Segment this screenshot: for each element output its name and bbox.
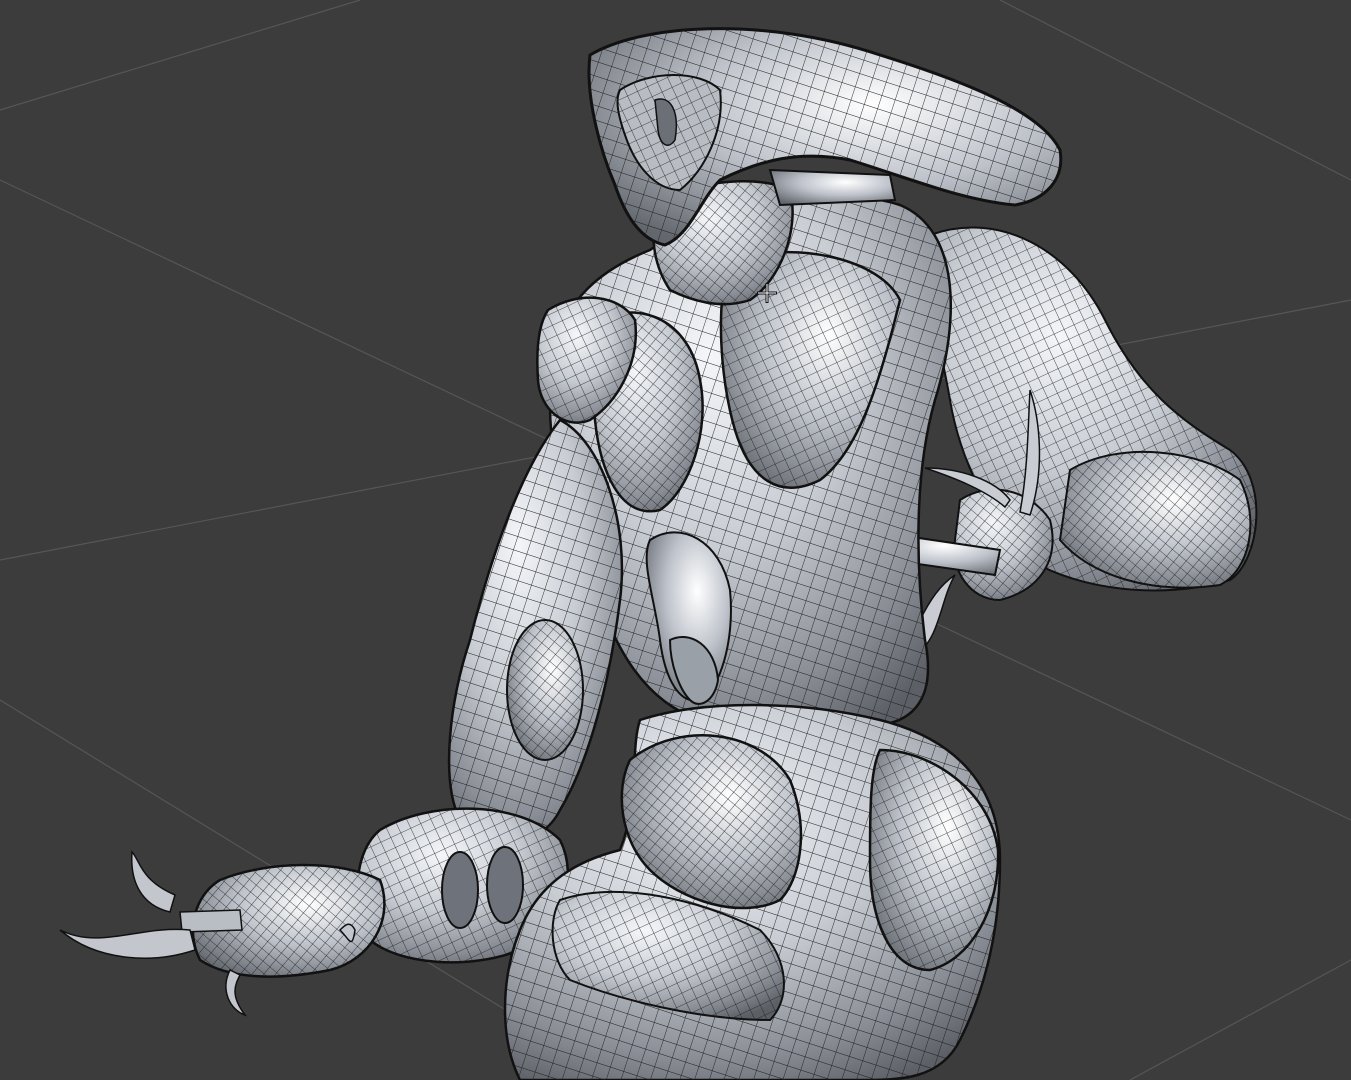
3d-viewport[interactable]: [0, 0, 1351, 1080]
crosshair-icon: [757, 283, 777, 303]
scene-canvas[interactable]: [0, 0, 1351, 1080]
